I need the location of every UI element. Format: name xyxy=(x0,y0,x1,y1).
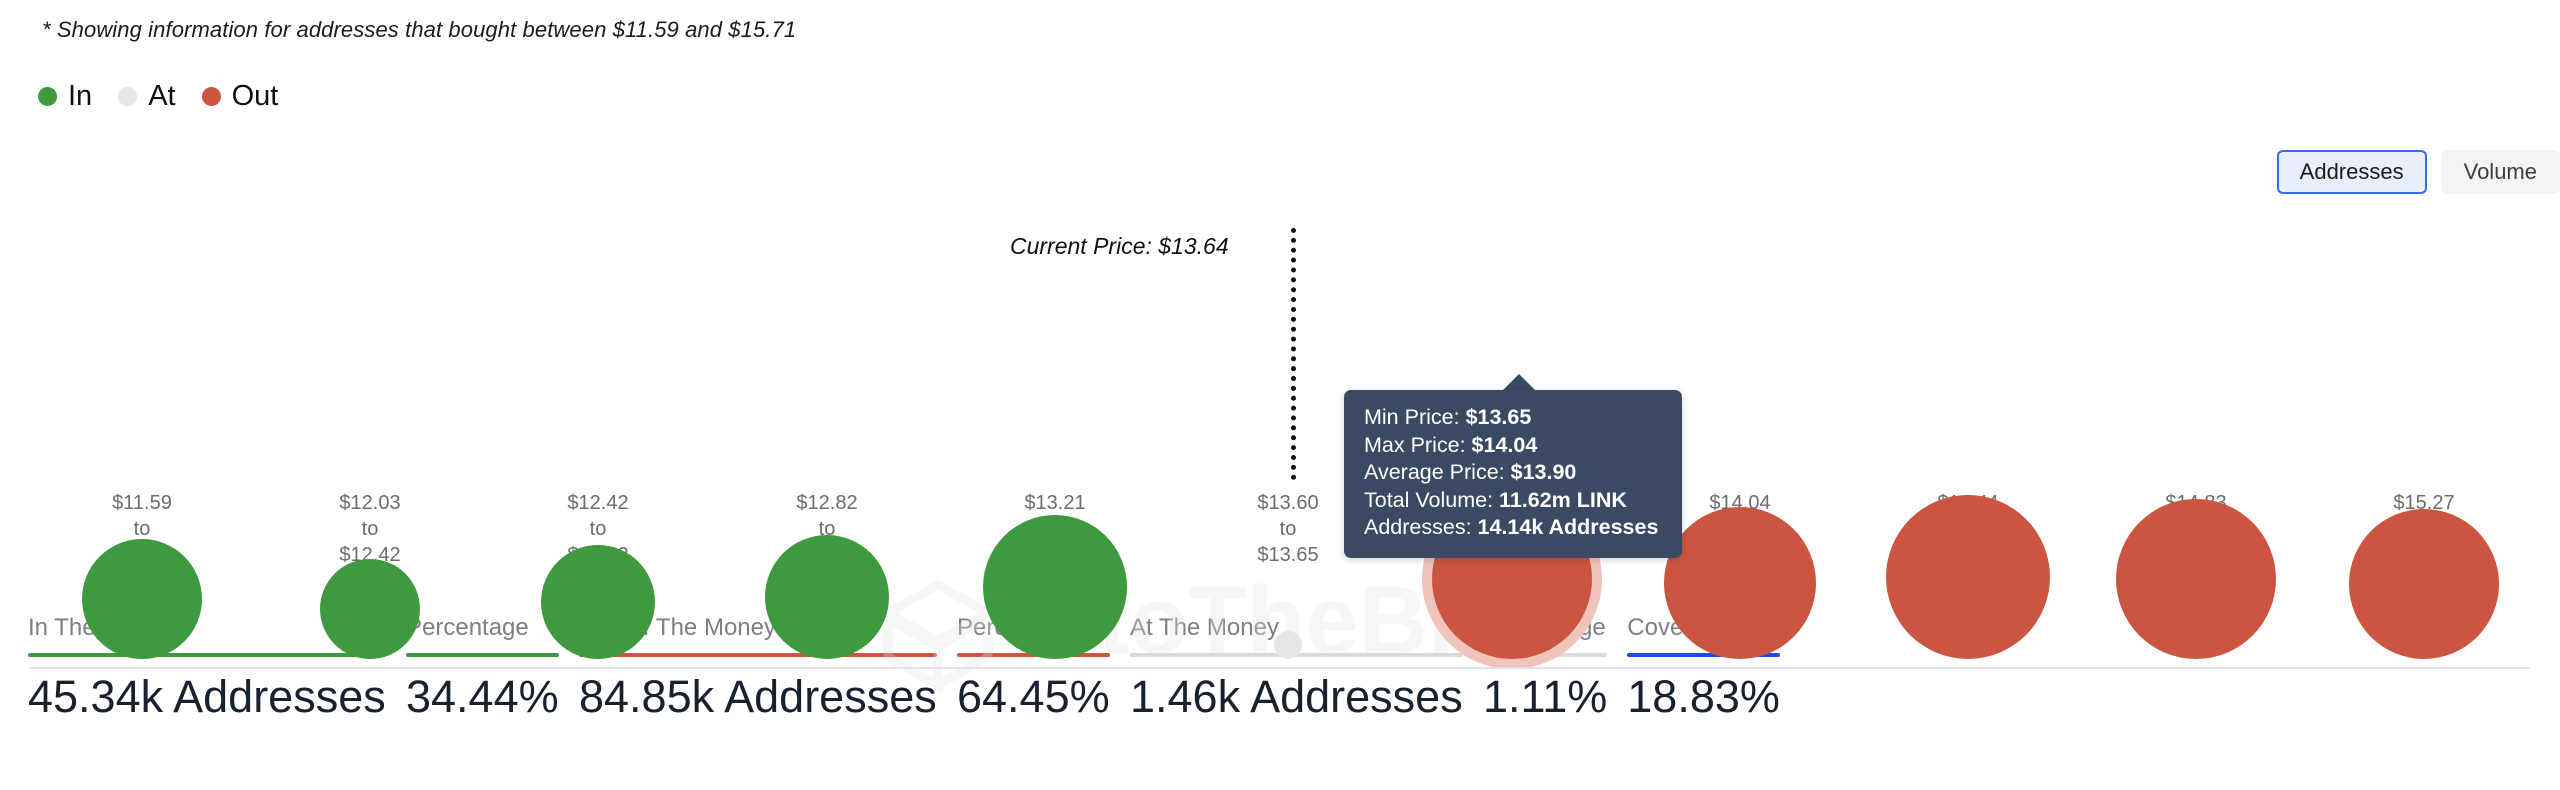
tooltip-row: Max Price: $14.04 xyxy=(1364,432,1664,460)
bubble-out-9[interactable] xyxy=(1886,495,2050,659)
x-axis-label-line: to xyxy=(361,518,379,540)
tooltip-value: 14.14k Addresses xyxy=(1477,515,1659,539)
x-axis-label-line: $12.03 xyxy=(339,492,401,514)
bubble-in-5[interactable] xyxy=(983,515,1127,659)
x-axis-label-line: $11.59 xyxy=(112,492,172,514)
x-axis-label-line: to xyxy=(589,518,607,540)
tooltip-value: $13.90 xyxy=(1510,460,1577,484)
bubble-out-10[interactable] xyxy=(2116,499,2276,659)
legend-label: Out xyxy=(231,80,279,112)
bubble-out-8[interactable] xyxy=(1664,507,1816,659)
tooltip-value: $13.65 xyxy=(1465,405,1532,429)
bubble-in-3[interactable] xyxy=(541,545,655,659)
bubble-out-11[interactable] xyxy=(2349,509,2499,659)
tooltip-row: Addresses: 14.14k Addresses xyxy=(1364,514,1664,542)
x-axis-label-line: $12.82 xyxy=(796,492,858,514)
tooltip-value: $14.04 xyxy=(1471,432,1538,457)
tooltip-key: Addresses: xyxy=(1364,515,1478,539)
tooltip-key: Min Price: xyxy=(1364,405,1466,429)
legend-item-out[interactable]: Out xyxy=(201,80,279,112)
bubble-at-6[interactable] xyxy=(1274,631,1302,659)
tooltip-row: Total Volume: 11.62m LINK xyxy=(1364,487,1664,515)
legend-item-at[interactable]: At xyxy=(118,80,176,112)
toggle-volume-button[interactable]: Volume xyxy=(2440,150,2560,195)
bubble-in-4[interactable] xyxy=(765,535,889,659)
legend-label: In xyxy=(68,80,93,112)
legend-item-in[interactable]: In xyxy=(38,82,92,111)
bubble-in-2[interactable] xyxy=(320,559,420,659)
x-axis-label-2: $12.03 to $12.42 xyxy=(270,490,470,568)
bubble-plot-area: IntoTheBlock xyxy=(0,190,2560,693)
tooltip-key: Average Price: xyxy=(1364,460,1511,484)
x-axis-line xyxy=(30,667,2530,669)
tooltip-key: Total Volume: xyxy=(1364,487,1500,512)
current-price-label: Current Price: $13.64 xyxy=(1010,233,1229,259)
stat-underline xyxy=(28,653,386,657)
stat-value: 34.44% xyxy=(406,671,559,722)
legend-label: At xyxy=(148,80,176,112)
stat-value: 1.46k Addresses xyxy=(1130,671,1463,722)
tooltip-key: Max Price: xyxy=(1364,432,1472,457)
bubble-in-1[interactable] xyxy=(82,539,202,659)
toggle-addresses-button[interactable]: Addresses xyxy=(2276,150,2427,195)
legend-dot-icon xyxy=(118,87,138,106)
stat-underline xyxy=(579,653,937,657)
tooltip-row: Min Price: $13.65 xyxy=(1364,404,1664,432)
stat-value: 84.85k Addresses xyxy=(579,671,937,722)
current-price-line xyxy=(1291,228,1296,480)
footnote-text: * Showing information for addresses that… xyxy=(42,17,797,42)
bubble-tooltip: Min Price: $13.65 Max Price: $14.04 Averag… xyxy=(1344,390,1682,558)
x-axis-label-line: $13.21 xyxy=(1024,492,1086,514)
stat-value: 18.83% xyxy=(1627,671,1780,722)
chart-legend: In At Out xyxy=(38,82,304,111)
legend-dot-icon xyxy=(38,87,57,106)
stat-value: 64.45% xyxy=(957,671,1110,722)
legend-dot-icon xyxy=(201,87,221,106)
stat-underline xyxy=(406,653,559,657)
stat-value: 1.11% xyxy=(1483,671,1608,722)
stat-value: 45.34k Addresses xyxy=(28,671,386,722)
tooltip-value: 11.62m LINK xyxy=(1499,487,1627,512)
oracle-chart-page: * Showing information for addresses that… xyxy=(0,0,2560,790)
stat-label: Percentage xyxy=(406,614,529,641)
tooltip-row: Average Price: $13.90 xyxy=(1364,459,1664,487)
metric-toggle-group[interactable]: Addresses Volume xyxy=(2276,150,2560,195)
x-axis-label-line: $12.42 xyxy=(567,492,629,514)
